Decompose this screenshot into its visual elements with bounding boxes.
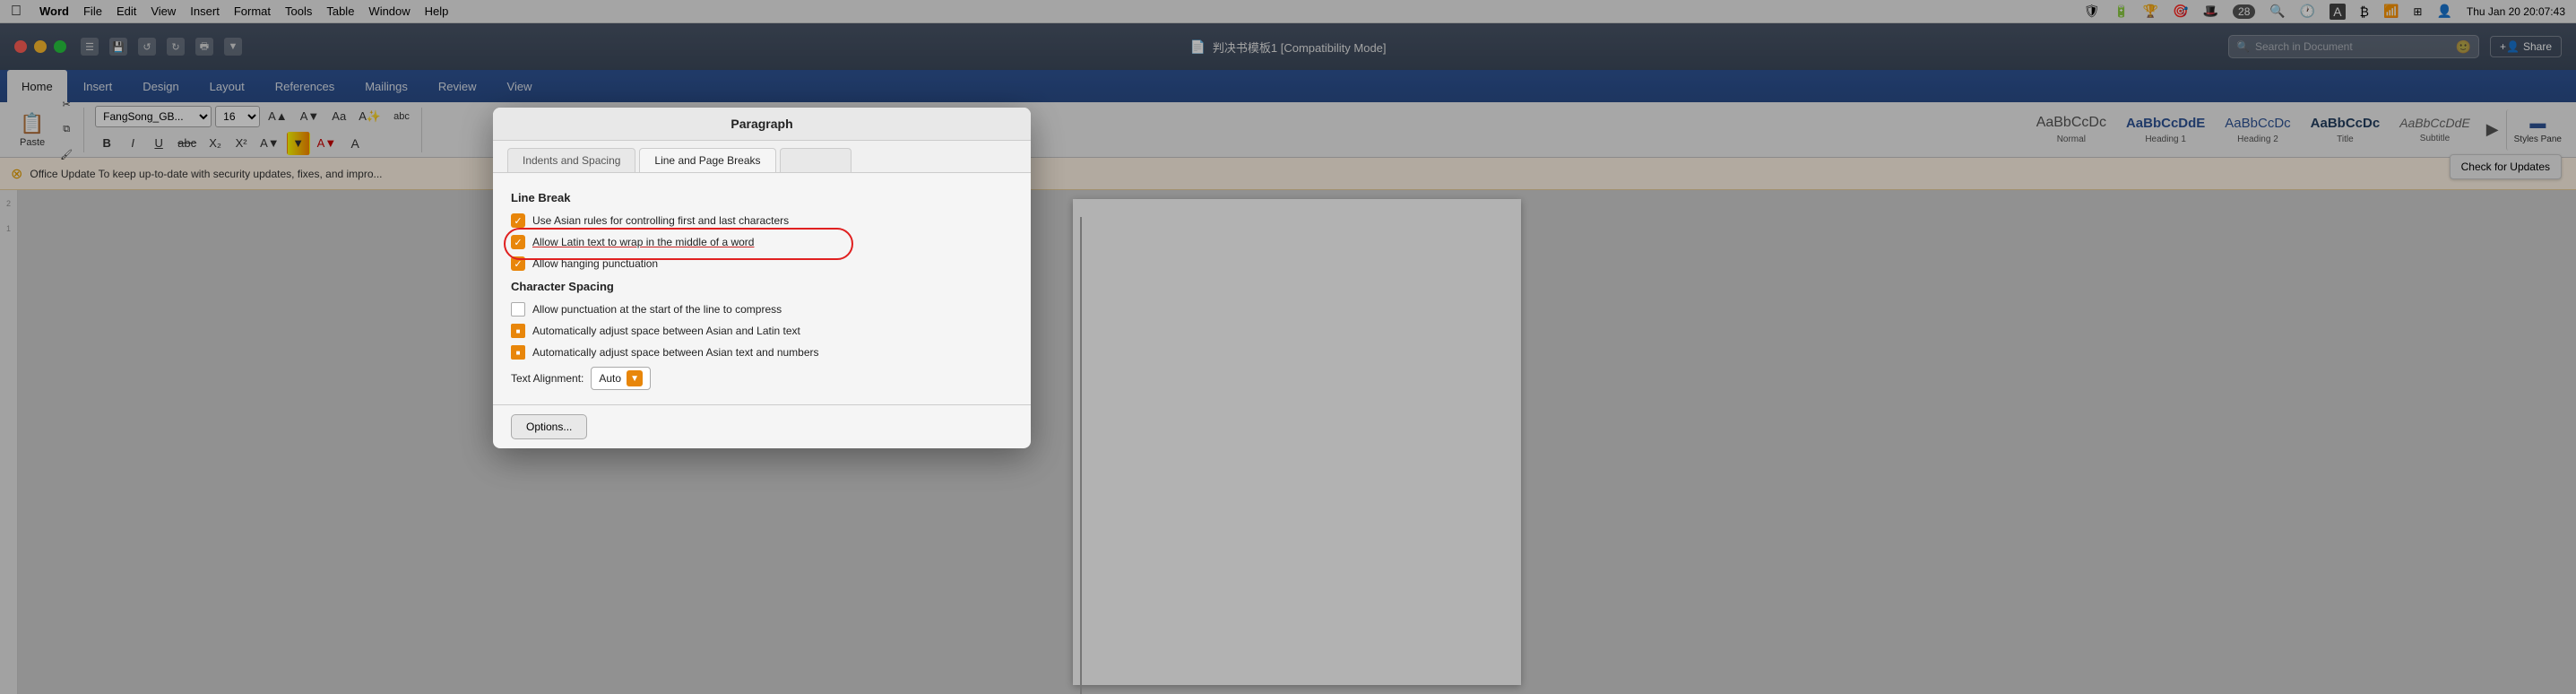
- text-alignment-dropdown[interactable]: Auto ▼: [591, 367, 651, 390]
- latin-wrap-row: ✓ Allow Latin text to wrap in the middle…: [511, 235, 1013, 249]
- hanging-punct-row: ✓ Allow hanging punctuation: [511, 256, 1013, 271]
- dialog-tabs: Indents and Spacing Line and Page Breaks: [493, 141, 1031, 173]
- text-alignment-row: Text Alignment: Auto ▼: [511, 367, 1013, 390]
- punct-compress-checkbox[interactable]: [511, 302, 525, 317]
- char-spacing-section-header: Character Spacing: [511, 280, 1013, 293]
- latin-wrap-label: Allow Latin text to wrap in the middle o…: [532, 236, 754, 248]
- dialog-overlay: Paragraph Indents and Spacing Line and P…: [0, 0, 2576, 694]
- punct-compress-row: Allow punctuation at the start of the li…: [511, 302, 1013, 317]
- asian-rules-checkbox[interactable]: ✓: [511, 213, 525, 228]
- tab-line-page-breaks[interactable]: Line and Page Breaks: [639, 148, 775, 172]
- asian-rules-label: Use Asian rules for controlling first an…: [532, 214, 789, 227]
- asian-numbers-label: Automatically adjust space between Asian…: [532, 346, 819, 359]
- asian-numbers-checkbox[interactable]: ■: [511, 345, 525, 360]
- tab-indents-spacing[interactable]: Indents and Spacing: [507, 148, 635, 172]
- hanging-punct-checkbox[interactable]: ✓: [511, 256, 525, 271]
- options-button[interactable]: Options...: [511, 414, 587, 439]
- punct-compress-label: Allow punctuation at the start of the li…: [532, 303, 782, 316]
- asian-numbers-row: ■ Automatically adjust space between Asi…: [511, 345, 1013, 360]
- dialog-footer: Options...: [493, 404, 1031, 448]
- asian-latin-label: Automatically adjust space between Asian…: [532, 325, 800, 337]
- asian-latin-checkbox[interactable]: ■: [511, 324, 525, 338]
- tab-extra[interactable]: [780, 148, 851, 172]
- hanging-punct-label: Allow hanging punctuation: [532, 257, 658, 270]
- asian-rules-row: ✓ Use Asian rules for controlling first …: [511, 213, 1013, 228]
- line-break-section-header: Line Break: [511, 191, 1013, 204]
- dropdown-arrow-icon: ▼: [627, 370, 643, 386]
- dialog-title: Paragraph: [493, 108, 1031, 141]
- dialog-body: Line Break ✓ Use Asian rules for control…: [493, 173, 1031, 404]
- text-alignment-label: Text Alignment:: [511, 372, 583, 385]
- paragraph-dialog: Paragraph Indents and Spacing Line and P…: [493, 108, 1031, 448]
- latin-wrap-checkbox[interactable]: ✓: [511, 235, 525, 249]
- asian-latin-row: ■ Automatically adjust space between Asi…: [511, 324, 1013, 338]
- alignment-value: Auto: [599, 372, 621, 385]
